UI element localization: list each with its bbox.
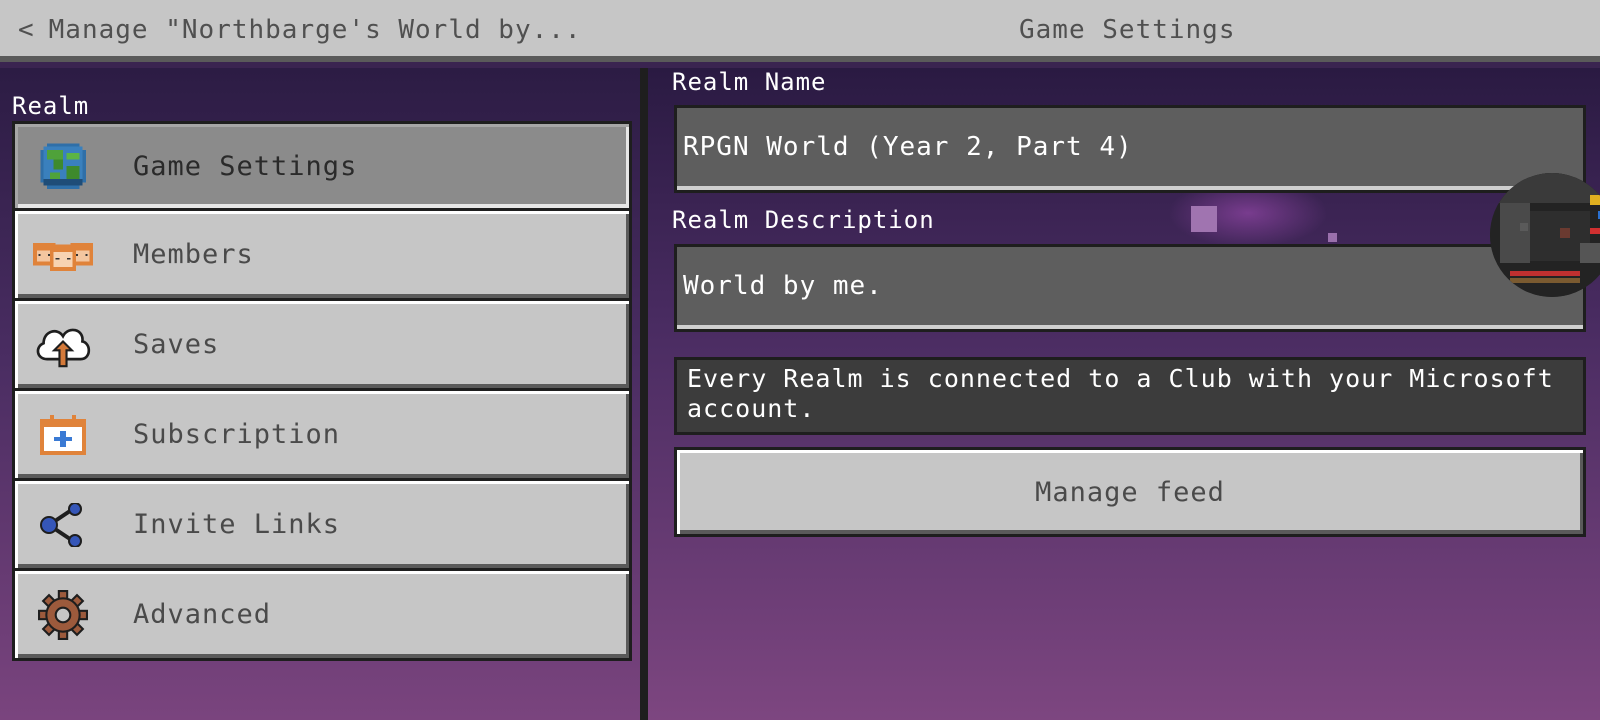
sidebar-item-label: Advanced: [133, 599, 272, 630]
background-particle: [1191, 206, 1217, 232]
chevron-left-icon: <: [18, 15, 35, 45]
sidebar-item-game-settings[interactable]: Game Settings: [12, 121, 632, 211]
sidebar-item-saves[interactable]: Saves: [12, 301, 632, 391]
share-icon: [33, 495, 93, 555]
pane-divider: [640, 68, 648, 720]
gear-icon: [33, 585, 93, 645]
sidebar-item-label: Subscription: [133, 419, 341, 450]
sidebar-item-members[interactable]: Members: [12, 211, 632, 301]
realm-name-input[interactable]: [674, 105, 1586, 193]
manage-feed-button[interactable]: Manage feed: [674, 447, 1586, 537]
back-button-label: Manage "Northbarge's World by...: [48, 15, 582, 45]
cloud-upload-icon: [33, 315, 93, 375]
sidebar-item-subscription[interactable]: Subscription: [12, 391, 632, 481]
calendar-plus-icon: [33, 405, 93, 465]
sidebar-item-label: Game Settings: [133, 150, 358, 182]
sidebar-section-label: Realm: [12, 92, 90, 120]
realm-description-input[interactable]: [674, 244, 1586, 332]
club-info-box: Every Realm is connected to a Club with …: [674, 357, 1586, 435]
globe-icon: [33, 136, 93, 196]
sidebar-item-label: Invite Links: [133, 509, 341, 540]
sidebar-item-advanced[interactable]: Advanced: [12, 571, 632, 661]
back-button[interactable]: < Manage "Northbarge's World by...: [18, 14, 582, 46]
sidebar-menu: Game Settings Members Saves Subscription…: [12, 121, 632, 661]
sidebar-item-invite-links[interactable]: Invite Links: [12, 481, 632, 571]
sidebar-item-label: Saves: [133, 329, 220, 360]
top-bar: < Manage "Northbarge's World by... Game …: [0, 0, 1600, 62]
realm-description-label: Realm Description: [672, 206, 935, 234]
realm-name-label: Realm Name: [672, 68, 827, 96]
page-title: Game Settings: [1019, 15, 1236, 45]
sidebar-item-label: Members: [133, 239, 254, 270]
background-particle: [1328, 233, 1337, 242]
members-icon: [33, 225, 93, 285]
